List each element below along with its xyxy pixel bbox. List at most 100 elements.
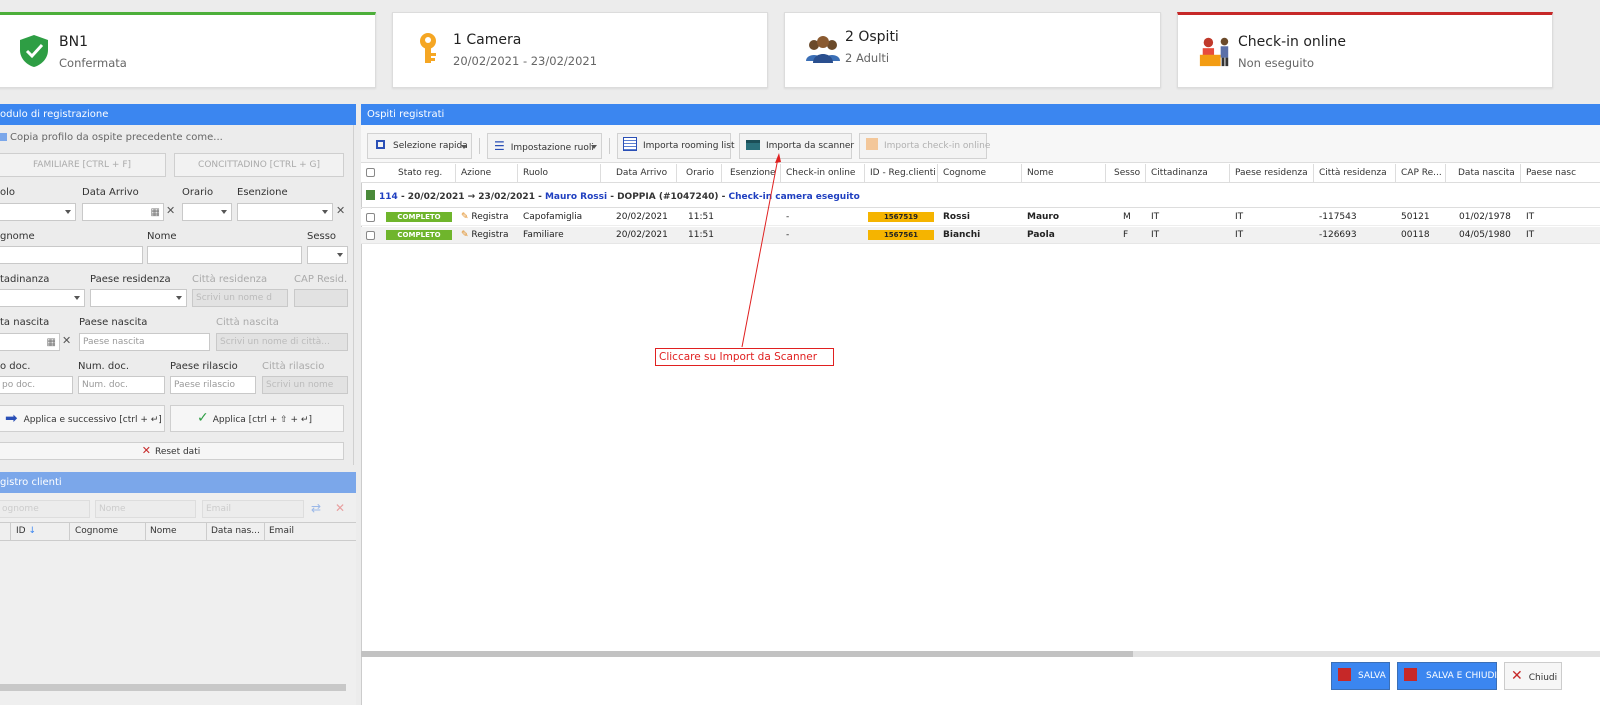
roles-button[interactable]: ☰ Impostazione ruoli [487, 133, 602, 159]
sesso-label: Sesso [307, 231, 337, 242]
citta-residenza-input[interactable]: Scrivi un nome d [192, 289, 288, 307]
clear-search-icon[interactable]: ✕ [335, 501, 345, 515]
grid-scrollbar-thumb[interactable] [361, 651, 1133, 657]
quick-select-button[interactable]: Selezione rapida [367, 133, 472, 159]
col-data-nascita[interactable]: Data nascita [1446, 164, 1521, 182]
familiare-button[interactable]: FAMILIARE [CTRL + F] [0, 153, 166, 177]
orario-label: Orario [182, 187, 214, 198]
document-list-icon [623, 137, 637, 151]
save-button[interactable]: SALVA [1331, 662, 1390, 690]
paese-residenza-select[interactable] [90, 289, 187, 307]
col-cap-re[interactable]: CAP Re... [1396, 164, 1446, 182]
registry-col-nome[interactable]: Nome [150, 526, 177, 536]
cell-citta-residenza: -126693 [1319, 230, 1357, 240]
calendar-icon[interactable]: ▦ [151, 205, 160, 220]
reset-button[interactable]: ✕ Reset dati [0, 442, 344, 460]
cell-citta-residenza: -117543 [1319, 212, 1357, 222]
nome-input[interactable] [147, 246, 302, 264]
cognome-input[interactable] [0, 246, 143, 264]
arrow-right-icon: ➡ [5, 409, 18, 427]
reception-icon [1199, 37, 1229, 67]
cell-paese-residenza: IT [1235, 230, 1244, 240]
col-nome[interactable]: Nome [1022, 164, 1106, 182]
select-all-checkbox[interactable] [366, 168, 375, 177]
registry-col-email[interactable]: Email [269, 526, 294, 536]
col-paese-nascita[interactable]: Paese nasc [1521, 164, 1600, 182]
clear-esenzione-icon[interactable]: ✕ [336, 204, 345, 217]
data-nascita-input[interactable]: ▦ [0, 333, 60, 351]
close-button[interactable]: ✕ Chiudi [1504, 662, 1562, 690]
tipo-doc-select[interactable]: po doc. [0, 376, 73, 394]
cell-sesso: M [1123, 212, 1131, 222]
col-paese-residenza[interactable]: Paese residenza [1230, 164, 1314, 182]
registration-form-header: odulo di registrazione [0, 104, 356, 125]
cell-data-arrivo: 20/02/2021 [616, 230, 668, 240]
row-checkbox[interactable] [366, 231, 375, 240]
registry-email-search[interactable]: Email [202, 500, 304, 518]
cittadinanza-select[interactable] [0, 289, 85, 307]
num-doc-input[interactable]: Num. doc. [78, 376, 165, 394]
sesso-select[interactable] [307, 246, 348, 264]
col-citta-residenza[interactable]: Città residenza [1314, 164, 1396, 182]
registry-scrollbar[interactable] [0, 684, 346, 691]
col-orario[interactable]: Orario [677, 164, 722, 182]
col-cognome[interactable]: Cognome [938, 164, 1022, 182]
copy-profile-icon [0, 133, 7, 141]
cap-resid-input[interactable] [294, 289, 348, 307]
refresh-icon[interactable]: ⇄ [311, 501, 321, 515]
col-azione[interactable]: Azione [456, 164, 518, 182]
register-action[interactable]: ✎ Registra [461, 227, 508, 243]
orario-select[interactable] [182, 203, 232, 221]
col-cittadinanza[interactable]: Cittadinanza [1146, 164, 1230, 182]
col-checkin-online[interactable]: Check-in online [781, 164, 865, 182]
save-close-button[interactable]: SALVA E CHIUDI [1397, 662, 1497, 690]
divider [264, 522, 265, 541]
guests-adults: 2 Adulti [845, 51, 890, 65]
copy-profile-menu[interactable]: Copia profilo da ospite precedente come.… [0, 132, 223, 143]
checkin-online-import-button[interactable]: Importa check-in online [859, 133, 990, 159]
registry-cognome-search[interactable]: ognome [0, 500, 90, 518]
cell-cap: 00118 [1401, 230, 1430, 240]
registry-col-id[interactable]: ID ↓ [16, 526, 36, 536]
floppy-icon [1404, 668, 1417, 681]
registry-table-header [0, 522, 356, 541]
esenzione-label: Esenzione [237, 187, 288, 198]
col-stato-reg[interactable]: Stato reg. [380, 164, 456, 182]
ruolo-select[interactable] [0, 203, 76, 221]
data-arrivo-input[interactable]: ▦ [82, 203, 164, 221]
col-id-reg-clienti[interactable]: ID - Reg.clienti [865, 164, 938, 182]
registry-nome-search[interactable]: Nome [95, 500, 196, 518]
citta-rilascio-input[interactable]: Scrivi un nome [262, 376, 348, 394]
cap-resid-label: CAP Resid. [294, 274, 348, 285]
paese-rilascio-select[interactable]: Paese rilascio [170, 376, 256, 394]
num-doc-label: Num. doc. [78, 361, 130, 372]
floppy-icon [1338, 668, 1351, 681]
citta-nascita-input[interactable]: Scrivi un nome di città... [216, 333, 348, 351]
col-sesso[interactable]: Sesso [1106, 164, 1146, 182]
registry-col-data-nascita[interactable]: Data nas... [211, 526, 260, 536]
registry-col-cognome[interactable]: Cognome [75, 526, 118, 536]
paese-nascita-select[interactable]: Paese nascita [79, 333, 210, 351]
esenzione-select[interactable] [237, 203, 333, 221]
scanner-icon [746, 140, 760, 150]
calendar-icon[interactable]: ▦ [47, 335, 56, 350]
client-id-badge[interactable]: 1567561 [868, 230, 934, 240]
client-id-badge[interactable]: 1567519 [868, 212, 934, 222]
apply-button[interactable]: ✓ Applica [ctrl + ⇧ + ↵] [170, 405, 344, 432]
citta-residenza-label: Città residenza [192, 274, 268, 285]
clear-birthdate-icon[interactable]: ✕ [62, 334, 71, 347]
concittadino-button[interactable]: CONCITTADINO [CTRL + G] [174, 153, 344, 177]
clear-date-icon[interactable]: ✕ [166, 204, 175, 217]
pencil-icon: ✎ [461, 230, 469, 240]
cittadinanza-label: tadinanza [0, 274, 50, 285]
cell-cognome: Bianchi [943, 230, 981, 240]
room-group-row[interactable]: 114 - 20/02/2021 → 23/02/2021 - Mauro Ro… [361, 189, 1600, 205]
col-data-arrivo[interactable]: Data Arrivo [601, 164, 677, 182]
cell-ruolo: Capofamiglia [523, 212, 583, 222]
rooming-list-button[interactable]: Importa rooming list [617, 133, 735, 159]
row-checkbox[interactable] [366, 213, 375, 222]
register-action[interactable]: ✎ Registra [461, 209, 508, 225]
apply-next-button[interactable]: ➡ Applica e successivo [ctrl + ↵] [0, 405, 165, 432]
col-ruolo[interactable]: Ruolo [518, 164, 601, 182]
toolbar-divider [609, 138, 610, 154]
